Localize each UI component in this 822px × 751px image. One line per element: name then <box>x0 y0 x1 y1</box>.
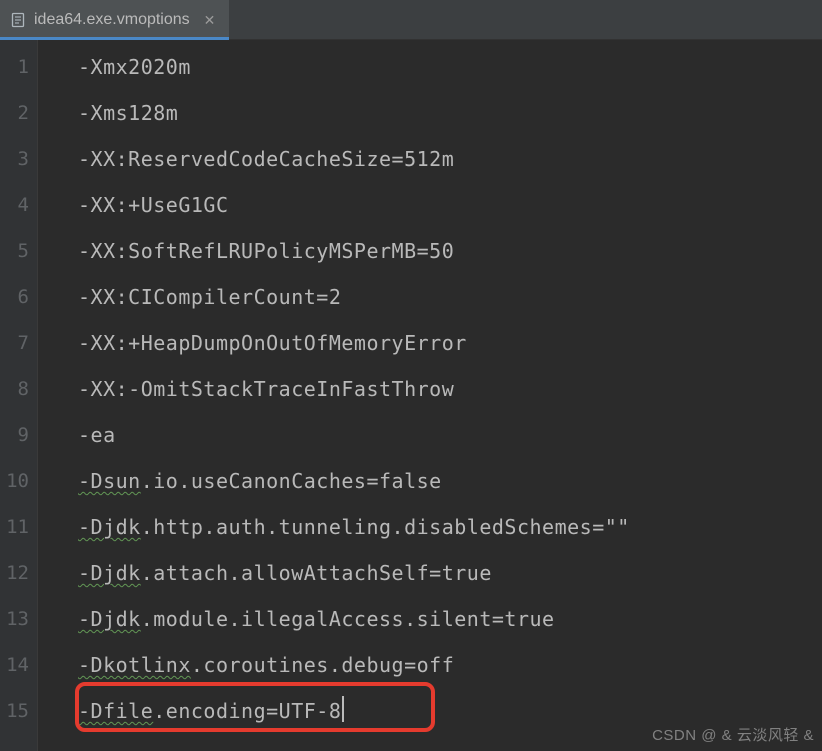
code-line[interactable]: -XX:-OmitStackTraceInFastThrow <box>78 366 822 412</box>
line-number: 8 <box>0 366 29 412</box>
line-number: 13 <box>0 596 29 642</box>
line-number: 11 <box>0 504 29 550</box>
code-line[interactable]: -Xms128m <box>78 90 822 136</box>
code-text: -XX:CICompilerCount=2 <box>78 285 341 309</box>
code-line[interactable]: -ea <box>78 412 822 458</box>
line-number: 9 <box>0 412 29 458</box>
code-line[interactable]: -XX:ReservedCodeCacheSize=512m <box>78 136 822 182</box>
line-number: 12 <box>0 550 29 596</box>
line-number: 10 <box>0 458 29 504</box>
code-text: -Xms128m <box>78 101 178 125</box>
line-number: 6 <box>0 274 29 320</box>
line-number: 14 <box>0 642 29 688</box>
gutter-gap <box>38 40 78 751</box>
code-text: -XX:+UseG1GC <box>78 193 229 217</box>
text-caret <box>342 696 344 722</box>
code-line[interactable]: -Djdk.http.auth.tunneling.disabledScheme… <box>78 504 822 550</box>
line-number: 7 <box>0 320 29 366</box>
code-text: -XX:-OmitStackTraceInFastThrow <box>78 377 454 401</box>
line-number: 4 <box>0 182 29 228</box>
text-file-icon <box>10 12 26 28</box>
tab-bar: idea64.exe.vmoptions ✕ <box>0 0 822 40</box>
code-text: -XX:ReservedCodeCacheSize=512m <box>78 147 454 171</box>
typo-squiggle: -Djdk <box>78 515 141 539</box>
code-area[interactable]: -Xmx2020m -Xms128m -XX:ReservedCodeCacheSi… <box>78 40 822 751</box>
line-number-gutter: 123456789101112131415 <box>0 40 38 751</box>
code-text: -XX:SoftRefLRUPolicyMSPerMB=50 <box>78 239 454 263</box>
watermark-text: CSDN @ & 云淡风轻 & <box>652 724 814 745</box>
code-line[interactable]: -Djdk.module.illegalAccess.silent=true <box>78 596 822 642</box>
code-text: -Xmx2020m <box>78 55 191 79</box>
code-line[interactable]: -XX:+UseG1GC <box>78 182 822 228</box>
code-text: .coroutines.debug=off <box>191 653 454 677</box>
code-line[interactable]: -XX:SoftRefLRUPolicyMSPerMB=50 <box>78 228 822 274</box>
line-number: 2 <box>0 90 29 136</box>
code-line[interactable]: -XX:CICompilerCount=2 <box>78 274 822 320</box>
typo-squiggle: -Dkotlinx <box>78 653 191 677</box>
code-line[interactable]: -Dkotlinx.coroutines.debug=off <box>78 642 822 688</box>
tab-filename: idea64.exe.vmoptions <box>34 11 190 29</box>
line-number: 3 <box>0 136 29 182</box>
code-text: .attach.allowAttachSelf=true <box>141 561 492 585</box>
line-number: 1 <box>0 44 29 90</box>
code-line[interactable]: -Dsun.io.useCanonCaches=false <box>78 458 822 504</box>
line-number: 15 <box>0 688 29 734</box>
typo-squiggle: -Dfile <box>78 699 153 723</box>
typo-squiggle: -Djdk <box>78 607 141 631</box>
typo-squiggle: -Djdk <box>78 561 141 585</box>
code-text: .http.auth.tunneling.disabledSchemes="" <box>141 515 630 539</box>
code-line[interactable]: -XX:+HeapDumpOnOutOfMemoryError <box>78 320 822 366</box>
line-number: 5 <box>0 228 29 274</box>
code-text: .io.useCanonCaches=false <box>141 469 442 493</box>
editor[interactable]: 123456789101112131415 -Xmx2020m-Xms128m-… <box>0 40 822 751</box>
code-text: .module.illegalAccess.silent=true <box>141 607 555 631</box>
code-text: .encoding=UTF-8 <box>153 699 341 723</box>
code-line[interactable]: -Xmx2020m <box>78 44 822 90</box>
file-tab[interactable]: idea64.exe.vmoptions ✕ <box>0 0 229 39</box>
close-icon[interactable]: ✕ <box>204 13 216 27</box>
typo-squiggle: -Dsun <box>78 469 141 493</box>
code-line[interactable]: -Djdk.attach.allowAttachSelf=true <box>78 550 822 596</box>
code-text: -XX:+HeapDumpOnOutOfMemoryError <box>78 331 467 355</box>
code-text: -ea <box>78 423 116 447</box>
